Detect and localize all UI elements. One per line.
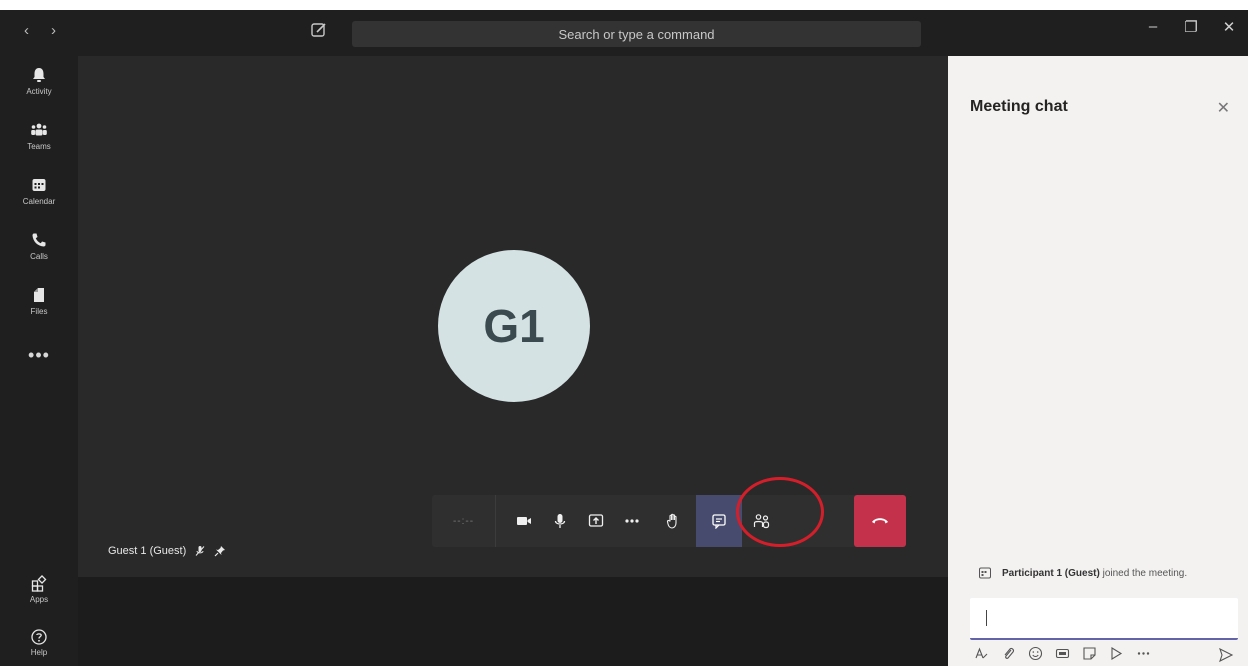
rail-label: Activity <box>26 87 52 96</box>
format-icon <box>975 647 988 659</box>
rail-label: Apps <box>29 595 49 604</box>
window-top-border <box>0 0 1248 10</box>
participant-avatar: G1 <box>438 250 590 402</box>
send-icon <box>1219 647 1234 663</box>
hang-up-button[interactable] <box>854 495 906 547</box>
system-message-text: Participant 1 (Guest) joined the meeting… <box>1002 568 1187 579</box>
title-bar: ‹ › Search or type a command – ❐ ✕ <box>0 0 1248 56</box>
share-tray-icon <box>588 514 604 527</box>
hang-up-icon <box>872 518 888 524</box>
rail-item-calls[interactable]: Calls <box>0 231 78 281</box>
text-caret <box>986 610 987 626</box>
more-dots-icon <box>1137 652 1150 655</box>
call-controls-bar: --:-- <box>432 495 906 547</box>
mic-off-icon <box>195 546 205 556</box>
message-input[interactable] <box>970 598 1238 640</box>
history-nav: ‹ › <box>24 22 56 39</box>
camera-button[interactable] <box>506 495 542 547</box>
sticker-button[interactable] <box>1082 646 1097 661</box>
rail-label: Calendar <box>22 197 56 206</box>
meeting-chat-panel: Meeting chat ✕ Participant 1 (Guest) joi… <box>948 56 1248 666</box>
bell-icon <box>33 68 45 82</box>
share-screen-button[interactable] <box>578 495 614 547</box>
close-window-button[interactable]: ✕ <box>1210 18 1248 36</box>
meet-now-icon <box>1111 647 1123 660</box>
stage-bottom-strip <box>78 577 948 666</box>
participant-name-tag: Guest 1 (Guest) <box>108 545 226 557</box>
gif-icon <box>1055 648 1070 659</box>
system-message: Participant 1 (Guest) joined the meeting… <box>978 566 1187 580</box>
raise-hand-icon <box>666 513 677 529</box>
sticker-icon <box>1083 647 1096 660</box>
forward-button[interactable]: › <box>51 22 56 39</box>
help-icon <box>31 629 47 645</box>
apps-icon <box>31 575 47 592</box>
more-actions-button[interactable] <box>614 495 650 547</box>
teams-icon <box>31 123 47 136</box>
schedule-meeting-button[interactable] <box>1109 646 1124 661</box>
rail-label: Help <box>30 648 48 657</box>
close-chat-button[interactable]: ✕ <box>1217 98 1230 118</box>
system-message-body: joined the meeting. <box>1099 567 1188 579</box>
rail-item-activity[interactable]: Activity <box>0 66 78 116</box>
search-placeholder: Search or type a command <box>558 26 715 42</box>
new-chat-icon[interactable] <box>310 21 328 39</box>
emoji-button[interactable] <box>1028 646 1043 661</box>
app-rail: Activity Teams Calendar Calls Files ••• … <box>0 56 78 666</box>
microphone-button[interactable] <box>542 495 578 547</box>
pin-icon[interactable] <box>214 545 226 557</box>
chat-bubble-icon <box>712 514 726 529</box>
compose-toolbar <box>974 646 1240 661</box>
format-button[interactable] <box>974 646 989 661</box>
show-conversation-button[interactable] <box>696 495 742 547</box>
rail-item-help[interactable]: Help <box>0 628 78 657</box>
minimize-button[interactable]: – <box>1134 18 1172 36</box>
back-button[interactable]: ‹ <box>24 22 29 39</box>
attach-button[interactable] <box>1001 646 1016 661</box>
calendar-icon <box>32 179 46 191</box>
rail-item-calendar[interactable]: Calendar <box>0 176 78 226</box>
people-icon <box>753 514 770 529</box>
rail-item-teams[interactable]: Teams <box>0 121 78 171</box>
emoji-icon <box>1028 646 1043 661</box>
calendar-join-icon <box>979 567 991 579</box>
rail-item-files[interactable]: Files <box>0 286 78 336</box>
microphone-icon <box>554 514 566 528</box>
send-button[interactable] <box>1218 647 1234 666</box>
phone-icon <box>32 233 46 247</box>
paperclip-icon <box>1004 648 1014 659</box>
restore-button[interactable]: ❐ <box>1172 18 1210 36</box>
participants-button[interactable] <box>744 495 780 547</box>
raise-hand-button[interactable] <box>656 495 692 547</box>
rail-label: Teams <box>27 142 51 151</box>
window-controls: – ❐ ✕ <box>1134 18 1248 36</box>
more-apps-button[interactable]: ••• <box>0 345 78 366</box>
rail-label: Files <box>30 307 48 316</box>
file-icon <box>34 288 44 302</box>
video-camera-icon <box>517 517 531 525</box>
more-dots-icon <box>625 519 639 523</box>
search-input[interactable]: Search or type a command <box>352 21 921 47</box>
participant-name: Guest 1 (Guest) <box>108 545 187 557</box>
chat-panel-title: Meeting chat <box>970 98 1068 115</box>
rail-label: Calls <box>30 252 48 261</box>
more-options-button[interactable] <box>1136 646 1151 661</box>
call-timer: --:-- <box>432 495 496 547</box>
rail-item-apps[interactable]: Apps <box>0 575 78 604</box>
gif-button[interactable] <box>1055 646 1070 661</box>
meeting-stage: G1 Guest 1 (Guest) --:-- <box>78 56 948 577</box>
system-message-name: Participant 1 (Guest) <box>1002 567 1100 579</box>
